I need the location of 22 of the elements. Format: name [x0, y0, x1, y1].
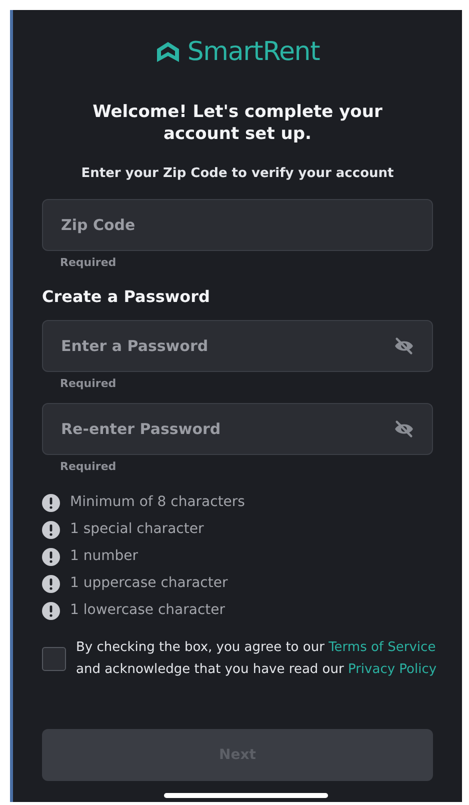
requirement-text: 1 number: [70, 547, 138, 566]
helper-text: Required: [60, 254, 116, 270]
helper-text: Required: [60, 458, 116, 474]
requirement-text: 1 lowercase character: [70, 601, 225, 620]
helper-text: Required: [60, 376, 116, 392]
requirement-text: Minimum of 8 characters: [70, 493, 245, 512]
requirement-text: 1 special character: [70, 520, 204, 539]
input-field[interactable]: Enter a Password: [42, 320, 433, 372]
brand-name: SmartRent: [187, 39, 320, 65]
zip-prompt: Enter your Zip Code to verify your account: [81, 165, 394, 183]
eye-off-icon[interactable]: [393, 337, 415, 355]
input-field[interactable]: Re-enter Password: [42, 402, 433, 454]
privacy-link[interactable]: Privacy Policy: [348, 662, 437, 677]
agreement-text: By checking the box, you agree to our Terms of Service and acknowledge that you have read our Privacy Policy: [76, 639, 438, 679]
welcome-title: Welcome! Let's complete your account set up.: [92, 101, 384, 145]
requirement-text: 1 uppercase character: [70, 574, 228, 593]
terms-link[interactable]: Terms of Service: [328, 640, 436, 655]
house-logo-icon: [155, 40, 182, 64]
input-field[interactable]: Zip Code: [42, 198, 433, 250]
checkbox[interactable]: [42, 647, 66, 671]
eye-off-icon[interactable]: [393, 420, 415, 438]
section-heading: Create a Password: [42, 286, 210, 308]
